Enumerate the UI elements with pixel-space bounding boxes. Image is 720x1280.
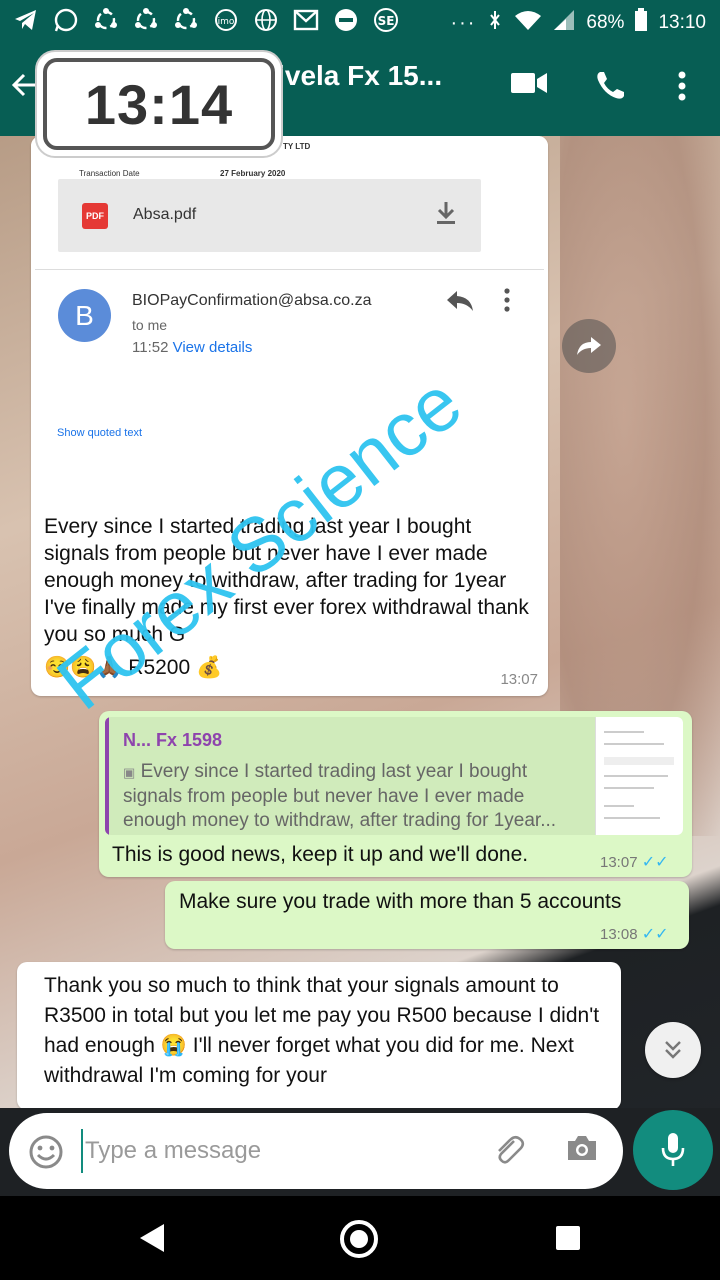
mail-icon <box>292 6 320 34</box>
svg-text:imo: imo <box>218 17 235 27</box>
sync-icon <box>132 6 160 34</box>
video-call-icon[interactable] <box>510 70 548 101</box>
pdf-attachment: PDF Absa.pdf <box>58 179 481 252</box>
transaction-date: 27 February 2020 <box>220 169 286 178</box>
email-sender: BIOPayConfirmation@absa.co.za <box>132 292 372 309</box>
whatsapp-icon <box>52 6 80 34</box>
forward-icon[interactable] <box>562 319 616 373</box>
image-icon: ▣ <box>123 765 136 780</box>
email-time: 11:52 <box>132 339 169 356</box>
system-navigation-bar <box>0 1196 720 1280</box>
message-composer <box>9 1113 623 1189</box>
message-time-value: 13:07 <box>600 854 638 871</box>
composer-bar <box>0 1108 720 1196</box>
thumb-line <box>604 817 660 819</box>
thumb-line <box>604 775 668 777</box>
message-time: 13:07 <box>500 671 538 688</box>
dnd-icon <box>332 6 360 34</box>
timestamp-overlay: 13:14 <box>35 50 283 158</box>
nav-back-icon[interactable] <box>140 1224 164 1252</box>
message-time: 13:07 ✓✓ <box>600 852 669 872</box>
quoted-text: ▣ Every since I started trading last yea… <box>123 760 583 833</box>
incoming-message[interactable]: Transaction Date 27 February 2020 TY LTD… <box>31 136 548 696</box>
message-caption: Every since I started trading last year … <box>44 513 534 681</box>
email-recipient: to me <box>132 317 168 333</box>
download-icon <box>435 201 457 231</box>
quoted-text-content: Every since I started trading last year … <box>123 761 557 831</box>
wifi-icon <box>514 9 542 37</box>
message-input[interactable] <box>81 1129 461 1173</box>
pdf-file-name: Absa.pdf <box>133 206 197 223</box>
read-ticks-icon: ✓✓ <box>641 854 669 871</box>
thumb-line <box>604 757 674 765</box>
divider <box>35 269 544 270</box>
telegram-icon <box>12 6 40 34</box>
incoming-message[interactable]: Thank you so much to think that your sig… <box>17 962 621 1110</box>
view-details-link: View details <box>172 339 253 356</box>
quoted-message[interactable]: N... Fx 1598 ▣ Every since I started tra… <box>105 717 683 835</box>
sender-avatar: B <box>58 289 111 342</box>
quoted-sender: N... Fx 1598 <box>123 730 223 750</box>
double-chevron-down-icon <box>665 1041 681 1059</box>
nav-home-icon[interactable] <box>340 1220 378 1258</box>
quote-accent-bar <box>105 717 109 835</box>
nav-recents-icon[interactable] <box>556 1226 580 1250</box>
company-fragment: TY LTD <box>283 142 311 151</box>
vibrate-icon <box>486 10 504 36</box>
thumb-line <box>604 743 664 745</box>
camera-icon[interactable] <box>565 1133 599 1168</box>
outgoing-message[interactable]: N... Fx 1598 ▣ Every since I started tra… <box>99 711 692 877</box>
message-time: 13:08 ✓✓ <box>600 924 669 944</box>
message-text: Make sure you trade with more than 5 acc… <box>179 890 622 913</box>
more-options-icon[interactable] <box>676 70 688 107</box>
thumb-line <box>604 787 654 789</box>
emoji-icon[interactable] <box>28 1134 64 1178</box>
scroll-to-bottom-button[interactable] <box>645 1022 701 1078</box>
message-text: This is good news, keep it up and we'll … <box>112 843 529 866</box>
status-time: 13:10 <box>658 12 706 33</box>
system-indicators: ··· 68% 13:10 <box>450 8 706 38</box>
read-ticks-icon: ✓✓ <box>641 926 669 943</box>
show-quoted-text-link: Show quoted text <box>57 427 143 439</box>
email-screenshot-image: Transaction Date 27 February 2020 TY LTD… <box>31 136 548 496</box>
thumb-line <box>604 731 644 733</box>
reply-icon <box>446 288 474 319</box>
battery-percent: 68% <box>586 12 625 33</box>
contact-name[interactable]: nivela Fx 15... <box>260 60 442 92</box>
pdf-icon: PDF <box>82 203 108 229</box>
email-more-icon <box>503 288 511 319</box>
svg-text:SE: SE <box>378 14 395 28</box>
sync-icon <box>92 6 120 34</box>
quoted-image-thumbnail <box>595 717 683 835</box>
se-icon: SE <box>372 6 400 34</box>
thumb-line <box>604 805 634 807</box>
email-time-line: 11:52 View details <box>132 339 252 356</box>
transaction-date-label: Transaction Date <box>79 169 140 178</box>
microphone-icon <box>661 1133 685 1166</box>
status-bar: imo SE ··· 68% 13:10 <box>0 0 720 42</box>
notification-icons: imo SE <box>12 6 400 34</box>
message-time-value: 13:08 <box>600 926 638 943</box>
voice-record-button[interactable] <box>633 1110 713 1190</box>
outgoing-message[interactable]: Make sure you trade with more than 5 acc… <box>165 881 689 949</box>
imo-icon: imo <box>212 6 240 34</box>
battery-icon <box>634 8 648 38</box>
more-dots-icon: ··· <box>450 11 477 34</box>
voice-call-icon[interactable] <box>594 70 626 107</box>
timestamp-overlay-time: 13:14 <box>43 58 275 150</box>
signal-icon <box>552 9 576 37</box>
attach-icon[interactable] <box>492 1133 526 1174</box>
sync-icon <box>172 6 200 34</box>
message-caption-tail: ☺️😩🙏🏾 R5200 💰 <box>44 656 223 679</box>
globe-icon <box>252 6 280 34</box>
message-caption-text: Every since I started trading last year … <box>44 515 529 646</box>
message-text: Thank you so much to think that your sig… <box>44 974 600 1087</box>
